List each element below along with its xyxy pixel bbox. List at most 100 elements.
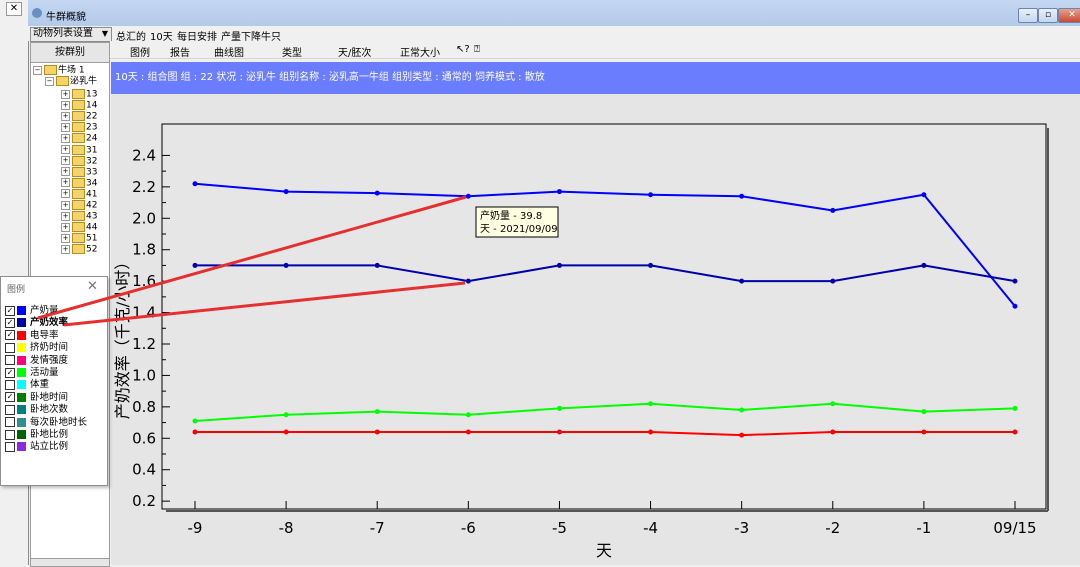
data-point (648, 429, 654, 435)
collapse-icon[interactable]: − (45, 76, 54, 86)
tree-node-group[interactable]: +22 (61, 111, 97, 122)
checkbox-checked-icon[interactable]: ✓ (5, 330, 15, 341)
toolbar-day-lactation-button[interactable]: 天/胚次 (338, 44, 371, 59)
maximize-button[interactable]: ▫ (1038, 8, 1058, 23)
close-icon[interactable]: ✕ (6, 2, 22, 16)
expand-icon[interactable]: + (61, 167, 70, 177)
checkbox-unchecked-icon[interactable] (5, 379, 15, 390)
tree-node-group[interactable]: +31 (61, 144, 97, 156)
y-tick-label: 1.0 (132, 366, 156, 384)
checkbox-checked-icon[interactable]: ✓ (5, 392, 15, 403)
tree-node-group[interactable]: +43 (61, 211, 97, 222)
tree-node-label: 14 (86, 100, 98, 111)
expand-icon[interactable]: + (61, 89, 70, 99)
legend-item[interactable]: 卧地次数 (5, 404, 68, 416)
legend-item[interactable]: ✓ 卧地时间 (5, 392, 68, 404)
checkbox-unchecked-icon[interactable] (5, 342, 15, 353)
data-point (1012, 278, 1018, 284)
legend-item[interactable]: ✓ 产奶量 (5, 305, 59, 317)
pointer-help-icon[interactable]: ↖? (456, 44, 470, 55)
expand-icon[interactable]: + (61, 200, 70, 210)
tree-node-group[interactable]: +32 (61, 155, 98, 167)
expand-icon[interactable]: + (61, 244, 70, 254)
minimize-button[interactable]: – (1018, 8, 1038, 23)
toolbar-chart-button[interactable]: 曲线图 (214, 44, 244, 59)
legend-item[interactable]: ✓ 产奶效率 (5, 317, 68, 329)
folder-icon (72, 144, 85, 155)
data-point (648, 262, 654, 268)
tree-node-group[interactable]: +41 (61, 188, 97, 200)
list-settings-dropdown[interactable]: 动物列表设置 ▼ (30, 27, 112, 42)
tree-node-lactating[interactable]: − 泌乳牛 (45, 76, 97, 87)
checkbox-checked-icon[interactable]: ✓ (5, 367, 15, 378)
legend-swatch (17, 318, 26, 328)
tree-node-group[interactable]: +42 (61, 200, 97, 211)
expand-icon[interactable]: + (61, 156, 70, 166)
checkbox-checked-icon[interactable]: ✓ (5, 317, 15, 328)
expand-icon[interactable]: + (61, 111, 70, 121)
tree-node-group[interactable]: +13 (61, 89, 97, 100)
expand-icon[interactable]: + (61, 133, 70, 143)
expand-icon[interactable]: + (61, 145, 70, 154)
folder-icon (72, 188, 85, 199)
legend-swatch (17, 430, 26, 439)
toolbar-report-button[interactable]: 报告 (170, 44, 190, 59)
tree-node-group[interactable]: +51 (61, 233, 97, 244)
x-tick-label: -8 (279, 519, 294, 537)
y-tick-label: 2.0 (132, 209, 156, 227)
data-point (283, 412, 289, 418)
legend-item[interactable]: ✓ 电导率 (5, 330, 59, 342)
group-button[interactable]: 按群别 (30, 42, 110, 63)
legend-item[interactable]: 卧地比例 (5, 429, 68, 441)
x-tick-label: -5 (552, 519, 567, 537)
tree-node-group[interactable]: +52 (61, 244, 97, 255)
data-point (556, 189, 562, 195)
tree-node-label: 33 (86, 167, 98, 178)
toolbar-type-button[interactable]: 类型 (282, 44, 302, 59)
expand-icon[interactable]: + (61, 178, 70, 188)
expand-icon[interactable]: + (61, 233, 70, 243)
checkbox-unchecked-icon[interactable] (5, 404, 15, 415)
legend-item[interactable]: 体重 (5, 379, 49, 391)
bottom-button[interactable] (30, 558, 110, 567)
expand-icon[interactable]: + (61, 211, 70, 221)
legend-item[interactable]: 发情强度 (5, 355, 68, 367)
line-chart: 0.2 0.4 0.6 0.8 1.0 1.2 1.4 1.6 1.8 2.0 2.2 2.4 -9 -8… (113, 123, 1049, 560)
expand-icon[interactable]: + (61, 100, 70, 110)
legend-close-button[interactable]: ✕ (87, 279, 98, 294)
legend-item[interactable]: 站立比例 (5, 441, 68, 453)
checkbox-unchecked-icon[interactable] (5, 417, 15, 428)
tree-node-label: 32 (86, 156, 98, 167)
data-point (830, 429, 836, 435)
legend-label: 卧地时间 (30, 391, 69, 403)
expand-icon[interactable]: + (61, 122, 70, 132)
y-tick-label: 0.6 (132, 429, 156, 447)
tree-node-group[interactable]: +23 (61, 122, 97, 133)
data-point (648, 401, 654, 407)
checkbox-checked-icon[interactable]: ✓ (5, 305, 15, 316)
tree-node-farm[interactable]: − 牛场 1 (33, 65, 85, 76)
toolbar-legend-button[interactable]: 图例 (130, 44, 150, 59)
expand-icon[interactable]: + (61, 189, 70, 199)
collapse-icon[interactable]: − (33, 65, 42, 75)
legend-item[interactable]: ✓ 活动量 (5, 367, 59, 379)
legend-swatch (17, 355, 26, 365)
folder-icon (72, 222, 85, 233)
checkbox-unchecked-icon[interactable] (5, 355, 15, 366)
tree-node-group[interactable]: +44 (61, 222, 97, 233)
legend-item[interactable]: 挤奶时间 (5, 342, 68, 354)
folder-icon (72, 111, 85, 122)
tree-node-group[interactable]: +14 (61, 100, 97, 111)
tree-node-group[interactable]: +34 (61, 177, 97, 189)
checkbox-unchecked-icon[interactable] (5, 441, 15, 452)
toolbar-normal-size-button[interactable]: 正常大小 (400, 44, 440, 59)
legend-item[interactable]: 每次卧地时长 (5, 417, 87, 429)
checkbox-unchecked-icon[interactable] (5, 429, 15, 440)
tree-node-group[interactable]: +24 (61, 133, 97, 144)
data-point (283, 262, 289, 268)
expand-icon[interactable]: + (61, 222, 70, 232)
legend-label: 每次卧地时长 (30, 416, 88, 428)
close-button[interactable]: ✕ (1058, 8, 1080, 23)
help-icon[interactable]: ⍰ (474, 44, 480, 55)
tree-node-group[interactable]: +33 (61, 166, 98, 178)
